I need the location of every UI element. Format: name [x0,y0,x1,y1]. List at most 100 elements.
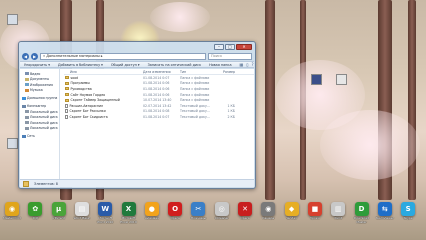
search-input[interactable]: Поиск [208,52,252,60]
app-icon: D [354,202,369,216]
app-icon: ⇆ [377,202,392,216]
file-name: Руководства [70,86,92,91]
nav-item[interactable]: Сеть [22,134,59,140]
column-header-size[interactable]: Размер [217,70,237,74]
nav-item-label: Локальный диск [30,115,58,120]
minimize-button[interactable]: – [214,44,224,50]
app-label: Ножницы [190,216,206,220]
app-label: Paint [334,216,342,220]
address-field[interactable]: « Дополнительные материалы ▸ [40,52,206,60]
taskbar-app-icon[interactable]: ◆ Yandex [282,202,302,236]
desktop-icon-image [6,138,18,149]
burn-button[interactable]: Записать на оптический диск [148,63,201,67]
taskbar-app-icon[interactable]: ◎ CCleaner [212,202,232,236]
address-path: Дополнительные материалы [46,53,100,58]
new-folder-button[interactable]: Новая папка [209,63,231,67]
taskbar-app-icon[interactable]: µ uTorrent [49,202,69,236]
app-label: Download Master [354,216,369,224]
app-label: Yandex [286,216,297,220]
title-bar[interactable]: – □ ✕ [19,42,255,52]
taskbar-app-icon[interactable]: S Skype [398,202,418,236]
app-icon: ▥ [331,202,346,216]
close-button[interactable]: ✕ [236,44,252,50]
app-label: uTorrent [52,216,65,220]
desktop-icon[interactable] [333,74,349,92]
taskbar-app-icon[interactable]: O Opera [165,202,185,236]
tree-trunk [408,0,416,200]
add-to-library-menu[interactable]: Добавить в библиотеку ▾ [58,63,103,67]
view-options-icon[interactable]: ▦ [240,62,244,67]
file-name-cell: Программы [64,81,143,85]
navigation-pane: Видео Документы Изображения Музыка Домашняя … [20,69,60,179]
organize-menu[interactable]: Упорядочить ▾ [24,63,50,67]
column-header-type[interactable]: Тип [180,70,217,74]
share-menu[interactable]: Общий доступ ▾ [111,63,140,67]
file-row[interactable]: Расшил-Автораспил 02.07.2014 13:42 Текстов… [64,103,254,109]
maximize-button[interactable]: □ [225,44,235,50]
folder-icon [65,87,69,91]
file-name: Программы [70,81,90,86]
desktop-icon[interactable] [4,14,20,32]
file-type: Текстовый доку... [180,114,210,119]
taskbar-app-icon[interactable]: X Microsoft Excel 2010 [119,202,139,236]
file-name-cell: Расшил-Автораспил [64,103,143,108]
taskbar-app-icon[interactable]: ◉ Камера [258,202,278,236]
taskbar-app-icon[interactable]: ● Aviasales [142,202,162,236]
taskbar-app-icon[interactable]: ✿ ICQ [25,202,45,236]
folder-icon [23,180,29,187]
column-header-name[interactable]: Имя [64,70,143,74]
forward-arrow-icon[interactable]: ▶ [31,52,38,60]
explorer-window: – □ ✕ ◀ ▶ « Дополнительные материалы ▸ П… [18,41,256,189]
file-date: 01.08.2014 0:06 [143,92,170,97]
file-date: 01.08.2014 0:07 [143,75,170,80]
preview-pane-icon[interactable]: ▯ [246,62,248,67]
nav-item[interactable]: Локальный диск [22,126,59,132]
taskbar-app-icon[interactable]: ◉ Mastermind [2,202,22,236]
nav-item-label: Локальный диск [30,120,58,125]
file-size: 1 КБ [227,103,236,108]
column-header-date[interactable]: Дата изменения [143,70,180,74]
taskbar-app-icon[interactable]: ■ Уроки [305,202,325,236]
file-name-cell: Скрипт Таймер Защищенный [64,98,143,102]
back-arrow-icon[interactable]: ◀ [22,52,29,60]
nav-item-label: Локальный диск [30,109,58,114]
command-bar: Упорядочить ▾ Добавить в библиотеку ▾ Об… [20,61,254,68]
file-date: 01.08.2014 0:07 [143,114,170,119]
app-label: Opera [240,216,250,220]
help-icon[interactable]: ? [252,62,254,67]
desktop-icon-image [310,74,322,85]
nav-item-label: Компьютер [27,104,47,109]
blossom [150,2,210,32]
file-name: sood [70,75,79,80]
taskbar-app-icon[interactable]: ✕ Opera [235,202,255,236]
nav-item[interactable]: Музыка [22,88,59,94]
file-date: 01.08.2014 0:06 [143,86,170,91]
taskbar: ◉ Mastermind ✿ ICQ µ uTorrent ▤ Word Basic W Micr… [0,196,426,240]
taskbar-app-icon[interactable]: ✂ Ножницы [188,202,208,236]
file-row[interactable]: Скрипт Бот Скидкиста 01.08.2014 0:07 Текст… [64,114,254,120]
file-name-cell: Сайт Наумов Гордео [64,93,143,97]
taskbar-app-icon[interactable]: ▤ Word Basic [72,202,92,236]
app-icon: µ [51,202,66,216]
file-name: Скрипт Таймер Защищенный [70,98,120,103]
nav-item[interactable]: Домашняя группа [22,96,59,102]
desktop-icon-image [335,74,347,85]
app-label: TeamViewer [375,216,394,220]
app-icon: ✂ [191,202,206,216]
nav-item-label: Домашняя группа [27,96,58,101]
file-name-cell: Скрипт Бот Скидкиста [64,114,143,119]
app-label: Mastermind [3,216,21,220]
file-date: 01.08.2014 0:08 [143,109,170,114]
taskbar-app-icon[interactable]: ▥ Paint [328,202,348,236]
desktop-icon[interactable] [308,74,324,92]
file-row[interactable]: Скрипт Бот Рассылки 01.08.2014 0:08 Тексто… [64,109,254,115]
app-label: Уроки [310,216,320,220]
text-document-icon [65,114,68,119]
folder-icon [65,93,69,97]
taskbar-app-icon[interactable]: ⇆ TeamViewer [375,202,395,236]
taskbar-app-icon[interactable]: W Microsoft Word 2010 [95,202,115,236]
app-icon: ● [144,202,159,216]
tree-trunk [265,0,275,200]
taskbar-app-icon[interactable]: D Download Master [352,202,372,236]
nav-item-icon [25,83,29,87]
